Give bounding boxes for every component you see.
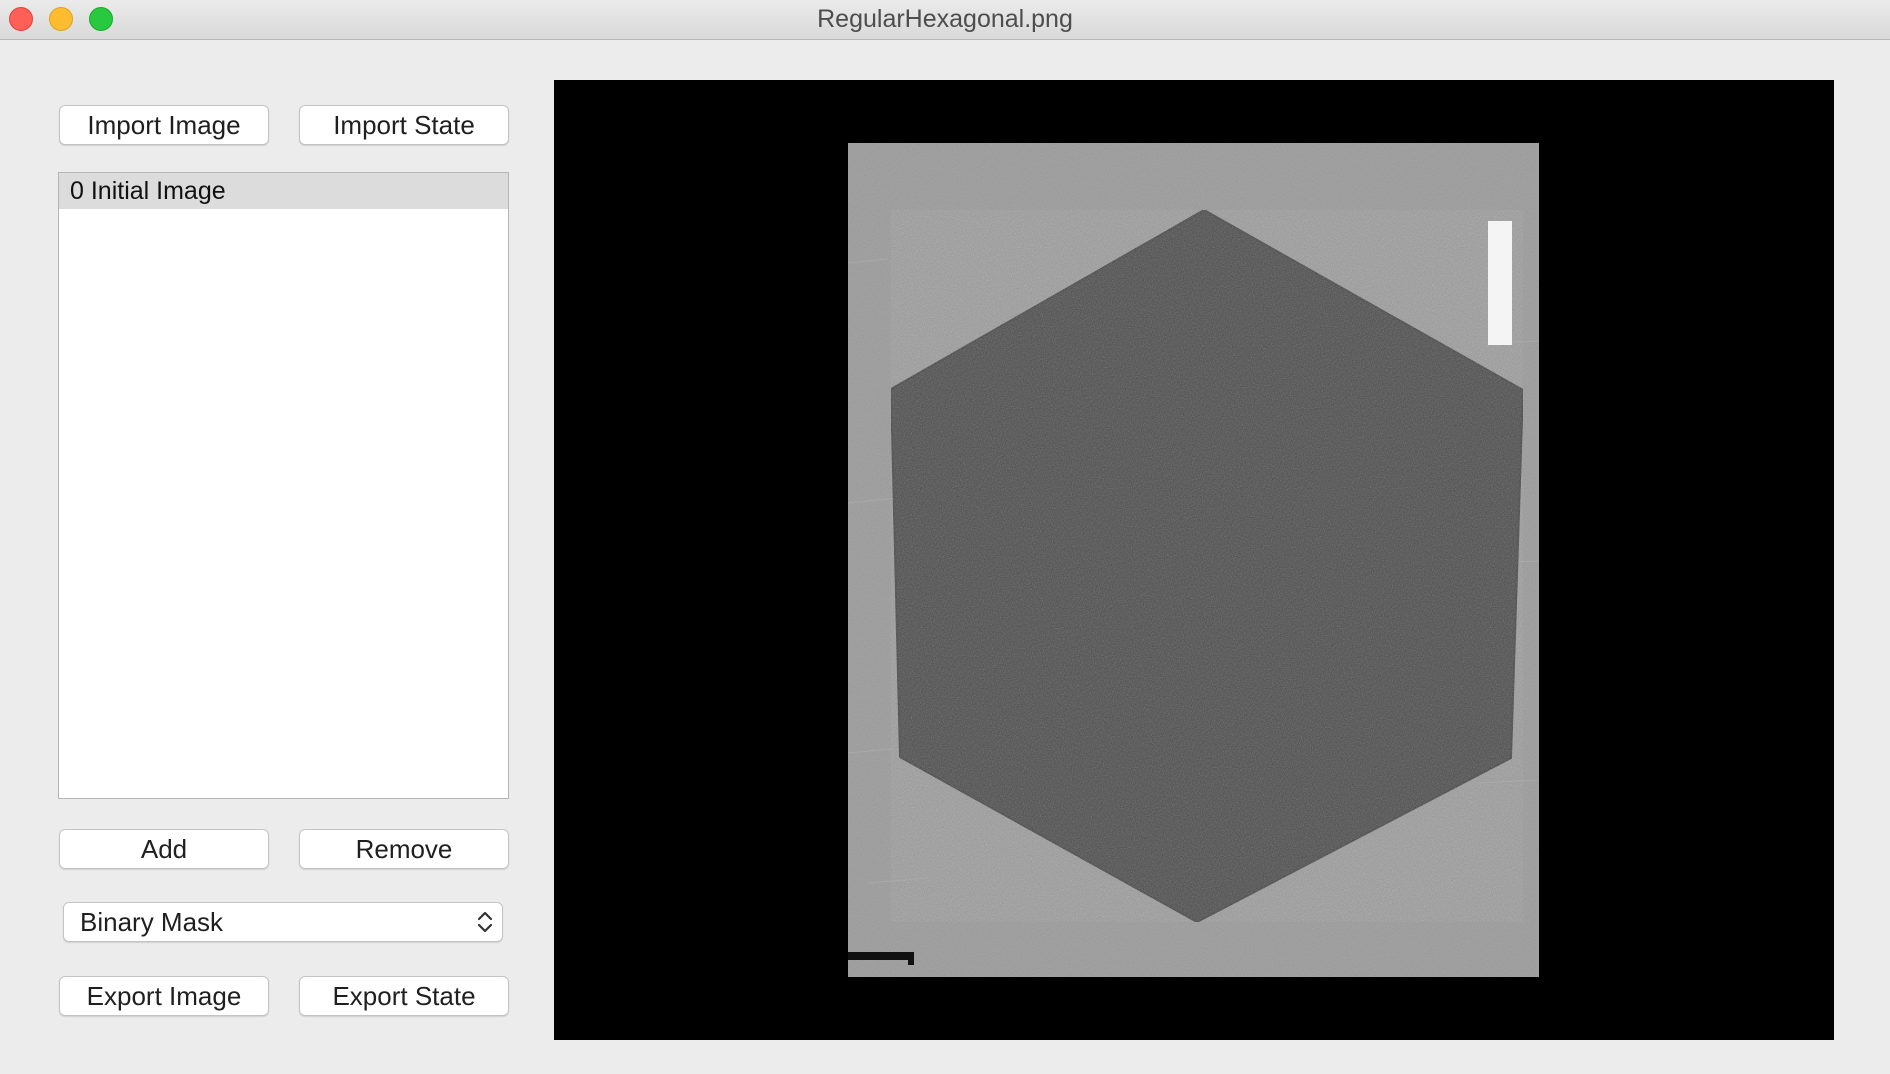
image-canvas (848, 143, 1539, 977)
import-image-button[interactable]: Import Image (59, 105, 269, 145)
add-button[interactable]: Add (59, 829, 269, 869)
list-item[interactable]: 0 Initial Image (59, 173, 508, 209)
title-bar: RegularHexagonal.png (0, 0, 1890, 40)
export-state-button[interactable]: Export State (299, 976, 509, 1016)
image-viewer[interactable] (554, 80, 1834, 1040)
list-item-label: 0 Initial Image (70, 177, 226, 205)
app-window: RegularHexagonal.png Import Image Import… (0, 0, 1890, 1074)
scale-marker-bar (1488, 221, 1512, 345)
remove-button[interactable]: Remove (299, 829, 509, 869)
operation-select[interactable]: Binary Mask (63, 902, 503, 942)
export-image-button[interactable]: Export Image (59, 976, 269, 1016)
scale-bar-mark (848, 952, 914, 960)
steps-list[interactable]: 0 Initial Image (58, 172, 509, 799)
up-down-chevron-icon (477, 911, 493, 933)
import-state-button[interactable]: Import State (299, 105, 509, 145)
scale-bar-tick (908, 952, 914, 965)
operation-select-value: Binary Mask (80, 907, 224, 937)
hexagon-micrograph (848, 143, 1539, 977)
window-title: RegularHexagonal.png (817, 5, 1073, 33)
